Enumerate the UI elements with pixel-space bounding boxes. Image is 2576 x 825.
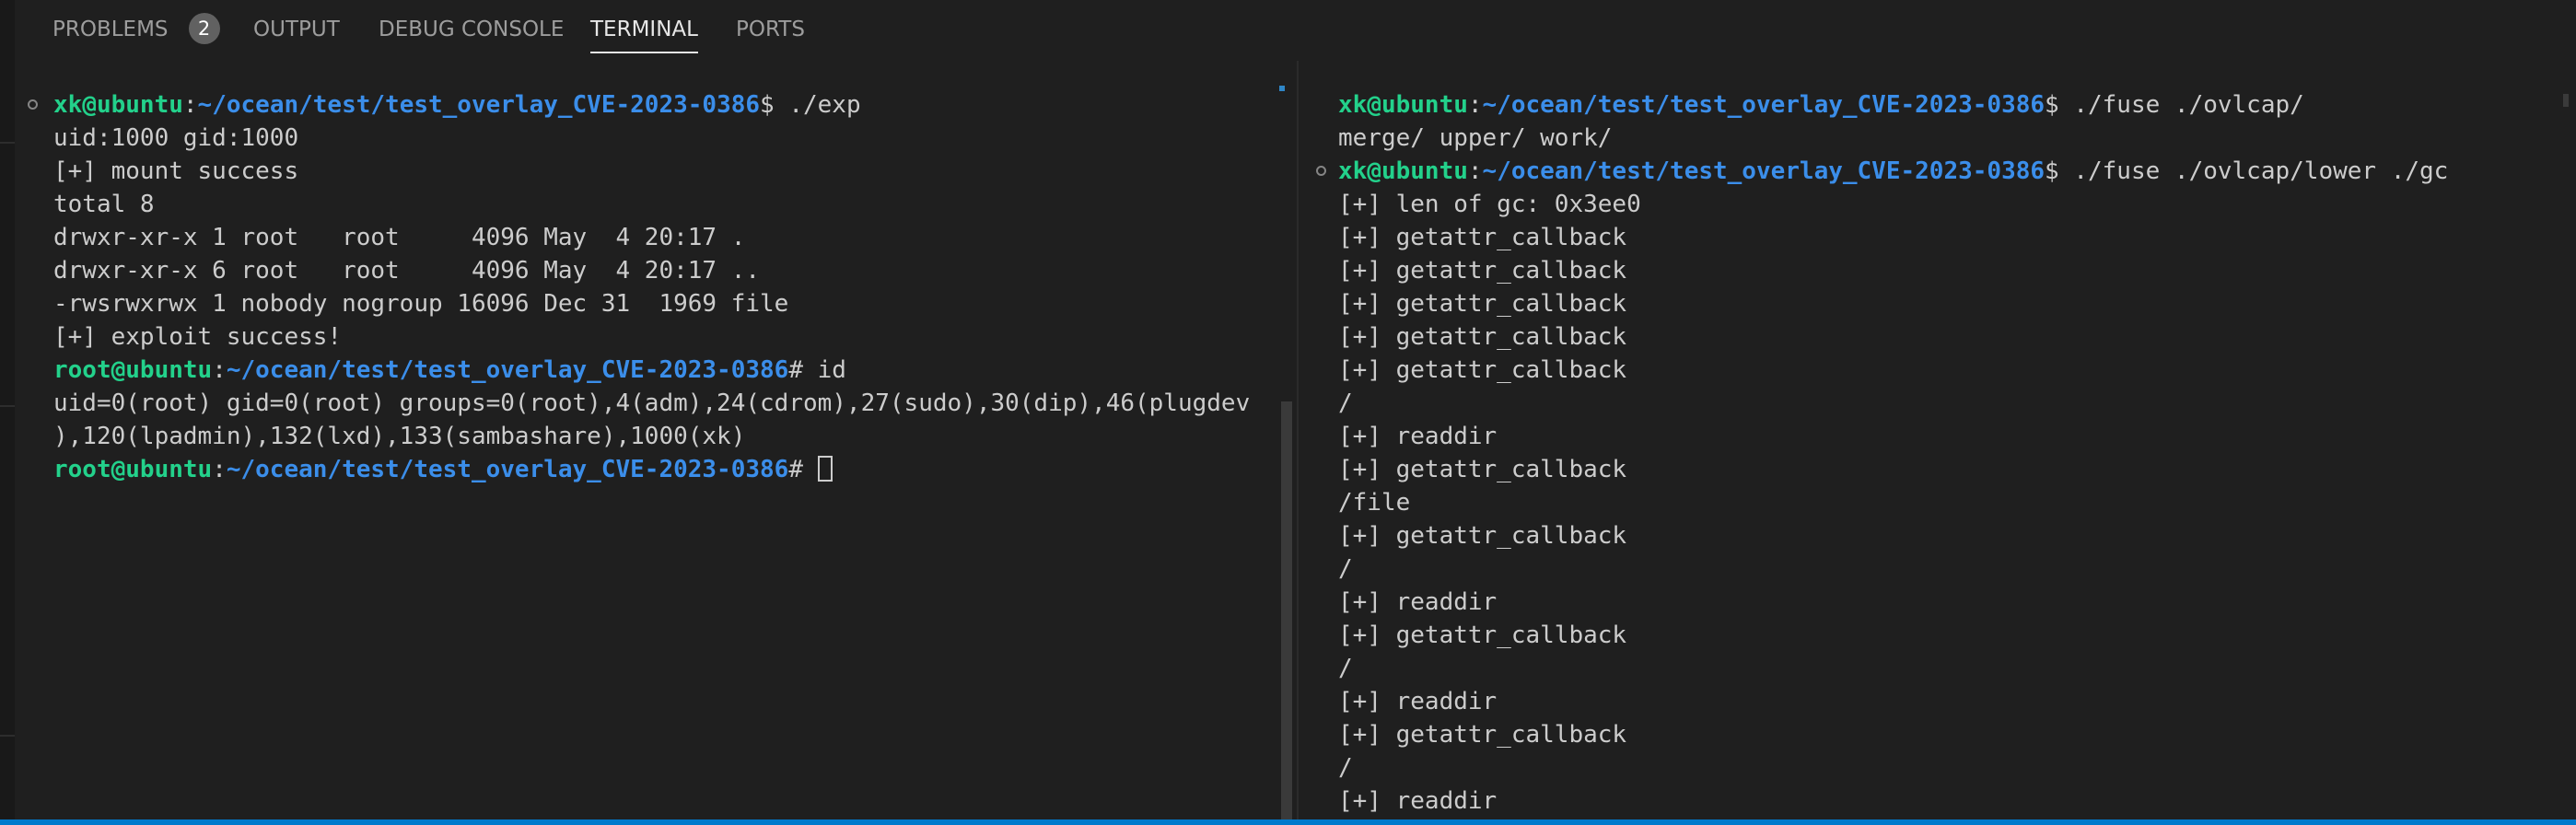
output-line: uid:1000 gid:1000 xyxy=(53,124,299,152)
output-line: [+] getattr_callback xyxy=(1338,721,1627,749)
prompt-colon: : xyxy=(1467,157,1483,185)
prompt-line: xk@ubuntu:~/ocean/test/test_overlay_CVE-… xyxy=(1338,88,2448,122)
terminal-pane-right[interactable]: xk@ubuntu:~/ocean/test/test_overlay_CVE-… xyxy=(1299,61,2560,819)
output-line: / xyxy=(1338,655,1353,682)
prompt-user: root@ubuntu xyxy=(53,456,213,483)
prompt-char: $ xyxy=(2045,91,2074,119)
command-text: ./exp xyxy=(788,91,861,119)
prompt-line: root@ubuntu:~/ocean/test/test_overlay_CV… xyxy=(53,453,1250,486)
tab-ports-label: PORTS xyxy=(736,17,805,41)
output-line: [+] readdir xyxy=(1338,787,1498,815)
tab-problems[interactable]: PROBLEMS 2 xyxy=(52,0,220,59)
tab-ports[interactable]: PORTS xyxy=(736,0,805,59)
activity-gutter xyxy=(0,0,15,819)
output-line: [+] len of gc: 0x3ee0 xyxy=(1338,191,1641,218)
output-line: /file xyxy=(1338,489,1411,517)
active-tab-underline xyxy=(590,52,698,53)
tab-terminal-label: TERMINAL xyxy=(590,17,698,41)
output-line: drwxr-xr-x 1 root root 4096 May 4 20:17 … xyxy=(53,224,746,251)
tab-debug-console-label: DEBUG CONSOLE xyxy=(379,17,565,41)
output-line: [+] readdir xyxy=(1338,588,1498,616)
terminal-cursor xyxy=(817,455,833,482)
terminal-scrollbar-left[interactable] xyxy=(1278,61,1295,819)
prompt-user: xk@ubuntu xyxy=(1338,157,1468,185)
prompt-line: xk@ubuntu:~/ocean/test/test_overlay_CVE-… xyxy=(53,88,1250,122)
problems-count-badge: 2 xyxy=(188,12,220,44)
prompt-char: $ xyxy=(760,91,789,119)
command-decoration-icon[interactable] xyxy=(28,99,38,110)
output-line: [+] getattr_callback xyxy=(1338,290,1627,318)
status-bar xyxy=(0,819,2576,825)
output-line: ),120(lpadmin),132(lxd),133(sambashare),… xyxy=(53,423,746,450)
prompt-colon: : xyxy=(1467,91,1483,119)
command-decoration-icon[interactable] xyxy=(1316,166,1326,176)
output-line: -rwsrwxrwx 1 nobody nogroup 16096 Dec 31… xyxy=(53,290,789,318)
prompt-colon: : xyxy=(182,91,198,119)
output-line: merge/ upper/ work/ xyxy=(1338,124,1613,152)
prompt-path: ~/ocean/test/test_overlay_CVE-2023-0386 xyxy=(1482,157,2046,185)
scroll-marker xyxy=(1279,86,1285,91)
tab-output-label: OUTPUT xyxy=(253,17,340,41)
prompt-char: $ xyxy=(2045,157,2074,185)
terminal-output: xk@ubuntu:~/ocean/test/test_overlay_CVE-… xyxy=(1338,88,2448,818)
output-line: [+] getattr_callback xyxy=(1338,257,1627,285)
output-line: uid=0(root) gid=0(root) groups=0(root),4… xyxy=(53,389,1251,417)
panel-tab-bar: PROBLEMS 2 OUTPUT DEBUG CONSOLE TERMINAL … xyxy=(15,0,2576,59)
output-line: [+] getattr_callback xyxy=(1338,622,1627,649)
output-line: total 8 xyxy=(53,191,155,218)
command-text: id xyxy=(817,356,846,384)
scrollbar-thumb[interactable] xyxy=(1281,401,1292,819)
gutter-marker xyxy=(0,735,15,737)
output-line: [+] getattr_callback xyxy=(1338,356,1627,384)
command-text: ./fuse ./ovlcap/lower ./gc xyxy=(2073,157,2449,185)
prompt-char: # xyxy=(788,456,818,483)
prompt-path: ~/ocean/test/test_overlay_CVE-2023-0386 xyxy=(1482,91,2046,119)
tab-terminal[interactable]: TERMINAL xyxy=(590,0,698,59)
prompt-colon: : xyxy=(212,356,227,384)
prompt-char: # xyxy=(788,356,818,384)
prompt-line: xk@ubuntu:~/ocean/test/test_overlay_CVE-… xyxy=(1338,155,2448,188)
tab-output[interactable]: OUTPUT xyxy=(253,0,340,59)
prompt-path: ~/ocean/test/test_overlay_CVE-2023-0386 xyxy=(226,456,789,483)
prompt-path: ~/ocean/test/test_overlay_CVE-2023-0386 xyxy=(226,356,789,384)
output-line: / xyxy=(1338,754,1353,782)
output-line: [+] readdir xyxy=(1338,423,1498,450)
output-line: [+] getattr_callback xyxy=(1338,456,1627,483)
prompt-user: xk@ubuntu xyxy=(53,91,183,119)
prompt-path: ~/ocean/test/test_overlay_CVE-2023-0386 xyxy=(197,91,761,119)
output-line: [+] getattr_callback xyxy=(1338,323,1627,351)
output-line: [+] getattr_callback xyxy=(1338,522,1627,550)
output-line: [+] readdir xyxy=(1338,688,1498,715)
terminal-scrollbar-right[interactable] xyxy=(2559,61,2576,819)
gutter-marker xyxy=(0,142,15,144)
output-line: [+] getattr_callback xyxy=(1338,224,1627,251)
gutter-marker xyxy=(0,405,15,407)
tab-problems-label: PROBLEMS xyxy=(52,17,169,41)
output-line: / xyxy=(1338,555,1353,583)
output-line: drwxr-xr-x 6 root root 4096 May 4 20:17 … xyxy=(53,257,761,285)
output-line: [+] mount success xyxy=(53,157,299,185)
prompt-user: root@ubuntu xyxy=(53,356,213,384)
output-line: / xyxy=(1338,389,1353,417)
prompt-line: root@ubuntu:~/ocean/test/test_overlay_CV… xyxy=(53,354,1250,387)
output-line: [+] exploit success! xyxy=(53,323,343,351)
command-text: ./fuse ./ovlcap/ xyxy=(2073,91,2304,119)
scroll-marker xyxy=(2563,94,2569,107)
prompt-user: xk@ubuntu xyxy=(1338,91,1468,119)
terminal-output: xk@ubuntu:~/ocean/test/test_overlay_CVE-… xyxy=(53,88,1250,486)
terminal-pane-left[interactable]: xk@ubuntu:~/ocean/test/test_overlay_CVE-… xyxy=(15,61,1276,819)
tab-debug-console[interactable]: DEBUG CONSOLE xyxy=(379,0,564,59)
prompt-colon: : xyxy=(212,456,227,483)
